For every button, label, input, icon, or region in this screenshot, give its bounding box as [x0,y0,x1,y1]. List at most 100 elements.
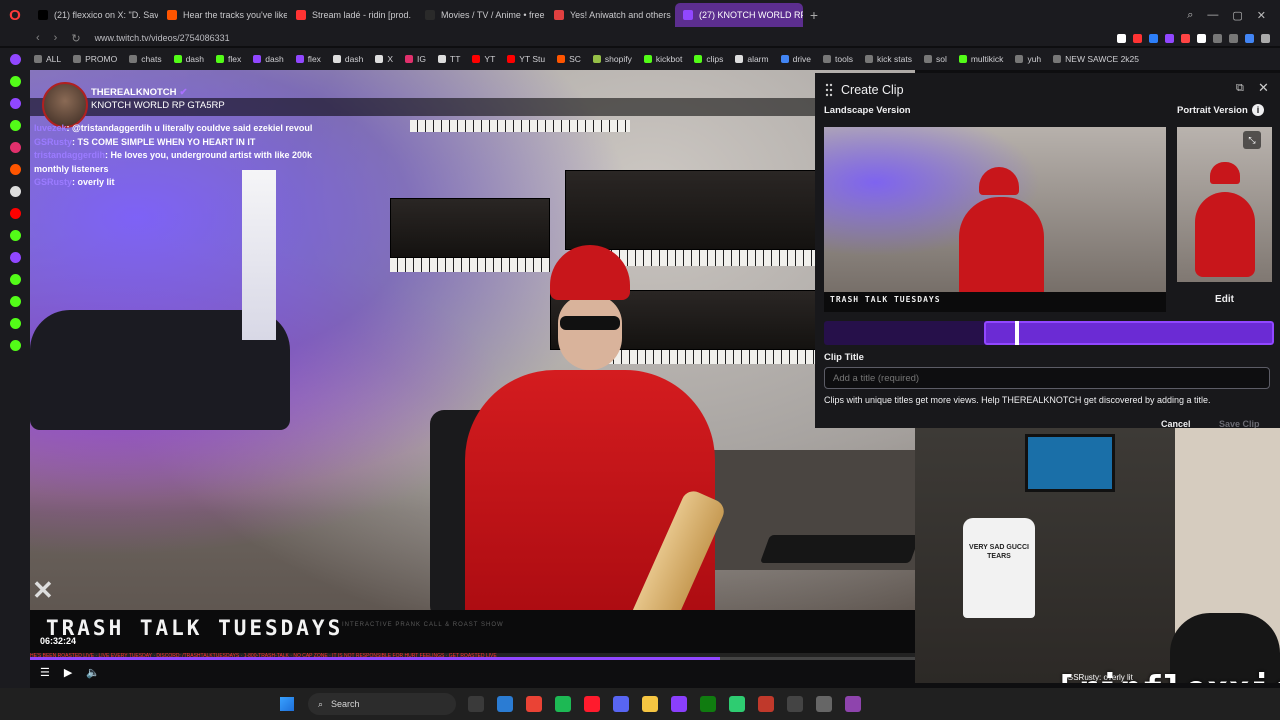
bookmark-item[interactable]: IG [405,54,426,64]
bookmark-item[interactable]: flex [295,54,321,64]
taskbar-app-icon[interactable] [845,696,861,712]
bookmark-item[interactable]: shopify [592,54,632,64]
bookmark-item[interactable]: dash [332,54,363,64]
volume-icon[interactable]: 🔈 [86,666,100,679]
bookmark-item[interactable]: kick stats [865,54,912,64]
bookmark-item[interactable]: yuh [1015,54,1041,64]
info-icon[interactable]: i [1252,104,1264,116]
maximize-button[interactable]: ▢ [1232,9,1242,22]
sidebar-app-icon[interactable] [9,208,21,219]
extension-icon[interactable] [1133,33,1142,43]
sidebar-app-icon[interactable] [9,142,21,153]
extension-icon[interactable] [1197,33,1206,43]
video-progress-bar[interactable] [30,657,915,660]
taskbar-app-icon[interactable] [729,696,745,712]
extension-icon[interactable] [1181,33,1190,43]
taskbar-app-icon[interactable] [758,696,774,712]
sidebar-app-icon[interactable] [9,186,21,197]
taskbar-app-icon[interactable] [671,696,687,712]
bookmark-item[interactable]: chats [129,54,162,64]
bookmark-item[interactable]: dash [253,54,284,64]
sidebar-app-icon[interactable] [9,98,21,109]
video-player[interactable]: THEREALKNOTCH ✔ KNOTCH WORLD RP GTA5RP lu… [30,70,915,660]
landscape-preview[interactable]: TRASH TALK TUESDAYS [824,127,1166,312]
taskbar-app-icon[interactable] [613,696,629,712]
portrait-preview[interactable] [1177,127,1272,282]
extension-icon[interactable] [1245,33,1254,43]
close-icon[interactable]: ✕ [1258,80,1269,96]
bookmark-item[interactable]: multikick [958,54,1003,64]
sidebar-app-icon[interactable] [9,230,21,241]
search-tabs-icon[interactable]: ⌕ [1187,9,1193,22]
bookmark-item[interactable]: SC [557,54,581,64]
back-icon[interactable]: ‹ [36,32,40,45]
clip-timeline[interactable] [824,321,1274,345]
taskbar-app-icon[interactable] [700,696,716,712]
sidebar-app-icon[interactable] [9,76,21,87]
bookmark-item[interactable]: sol [923,54,947,64]
sidebar-app-icon[interactable] [9,274,21,285]
bookmark-item[interactable]: drive [780,54,811,64]
bookmark-item[interactable]: YT Stu [507,54,545,64]
browser-tab[interactable]: (21) flexxico on X: "D. Sava [30,3,158,27]
play-button[interactable]: ▶ [64,666,72,679]
taskbar-search[interactable]: ⌕ Search [308,693,456,715]
url-field[interactable]: www.twitch.tv/videos/2754086331 [95,33,230,43]
bookmark-item[interactable]: NEW SAWCE 2k25 [1053,54,1139,64]
edit-portrait-button[interactable]: Edit [1177,289,1272,311]
bookmark-item[interactable]: X [375,54,393,64]
popout-icon[interactable]: ⧉ [1236,82,1244,95]
sidebar-app-icon[interactable] [9,296,21,307]
extension-icon[interactable] [1229,33,1238,43]
start-menu-icon[interactable] [280,697,294,711]
taskbar-app-icon[interactable] [642,696,658,712]
new-tab-button[interactable]: + [804,7,824,23]
sidebar-app-icon[interactable] [9,318,21,329]
bookmark-item[interactable]: alarm [735,54,769,64]
sidebar-app-icon[interactable] [9,54,21,65]
browser-tab[interactable]: Stream ladé - ridin [prod. [288,3,416,27]
bookmark-item[interactable]: PROMO [73,54,117,64]
sidebar-app-icon[interactable] [9,164,21,175]
forward-icon[interactable]: › [54,32,58,45]
collapse-icon[interactable]: ⤡ [1243,131,1261,149]
opera-logo-icon[interactable]: O [0,0,30,30]
bookmark-item[interactable]: dash [173,54,204,64]
extension-icon[interactable] [1261,33,1270,43]
taskbar-app-icon[interactable] [584,696,600,712]
clip-title-input[interactable] [824,367,1270,389]
drag-handle-icon[interactable] [825,83,833,97]
timeline-playhead[interactable] [1015,321,1019,345]
minimize-button[interactable]: — [1207,9,1218,22]
bookmark-item[interactable]: flex [216,54,241,64]
channel-name[interactable]: THEREALKNOTCH ✔ [91,87,187,98]
browser-tab[interactable]: Hear the tracks you've liked [159,3,287,27]
extension-icon[interactable] [1117,33,1126,43]
browser-tab[interactable]: Yes! Aniwatch and others [546,3,674,27]
clip-range-selection[interactable] [984,321,1274,345]
close-window-button[interactable]: ✕ [1257,9,1266,22]
taskbar-app-icon[interactable] [816,696,832,712]
taskbar-app-icon[interactable] [555,696,571,712]
extension-icon[interactable] [1213,33,1222,43]
sidebar-app-icon[interactable] [9,120,21,131]
taskbar-app-icon[interactable] [497,696,513,712]
chapters-icon[interactable]: ☰ [40,666,50,679]
sidebar-app-icon[interactable] [9,340,21,351]
taskbar-app-icon[interactable] [526,696,542,712]
extension-icon[interactable] [1165,33,1174,43]
taskbar-app-icon[interactable] [468,696,484,712]
reload-icon[interactable]: ↻ [71,32,80,45]
bookmark-item[interactable]: tools [823,54,853,64]
bookmark-item[interactable]: kickbot [643,54,682,64]
browser-tab[interactable]: Movies / TV / Anime • free [417,3,545,27]
bookmark-item[interactable]: YT [472,54,495,64]
bookmark-item[interactable]: TT [438,54,460,64]
bookmark-label: yuh [1027,54,1042,64]
sidebar-app-icon[interactable] [9,252,21,263]
browser-tab[interactable]: (27) KNOTCH WORLD RP [675,3,803,27]
bookmark-item[interactable]: clips [694,54,723,64]
bookmark-item[interactable]: ALL [34,54,61,64]
taskbar-app-icon[interactable] [787,696,803,712]
extension-icon[interactable] [1149,33,1158,43]
